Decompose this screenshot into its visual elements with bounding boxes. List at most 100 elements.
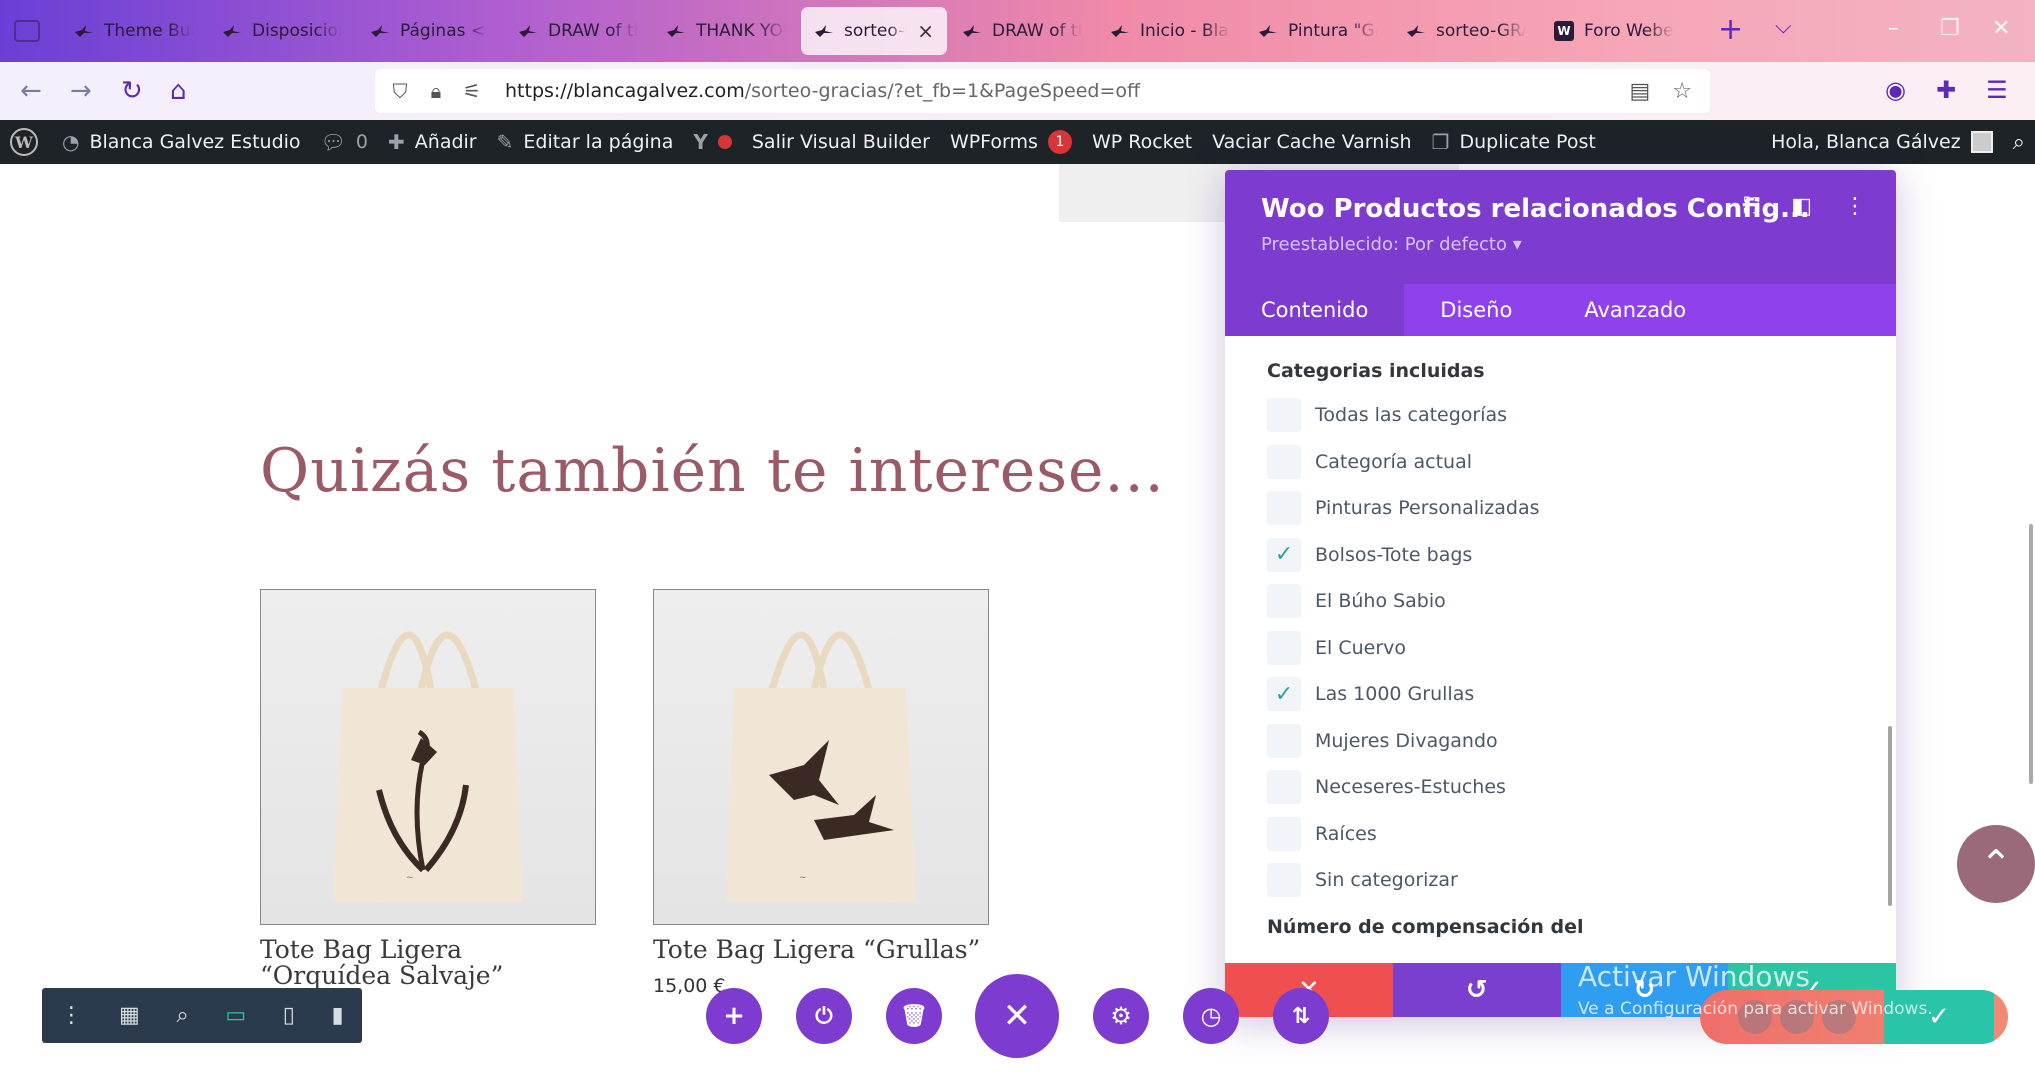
phone-view-icon[interactable]: ▮ — [332, 1003, 344, 1028]
browser-tab[interactable]: Páginas < Bl — [358, 8, 502, 54]
checkbox[interactable] — [1267, 816, 1301, 851]
address-bar[interactable]: ⛉ 🔒︎ ⚟ https://blancagalvez.com/sorteo-g… — [375, 69, 1710, 113]
sidebar-toggle-icon[interactable] — [14, 20, 40, 42]
product-card[interactable]: ~ Tote Bag Ligera “Orquídea Salvaje” — [260, 589, 596, 989]
category-option[interactable]: Neceseres-Estuches — [1267, 764, 1854, 811]
browser-tab[interactable]: W Foro Weber — [1542, 8, 1686, 54]
product-title[interactable]: Tote Bag Ligera “Grullas” — [653, 937, 989, 963]
user-account-link[interactable]: Hola, Blanca Gálvez — [1761, 120, 2003, 164]
close-tab-icon[interactable]: × — [917, 19, 934, 43]
undo-button[interactable]: ↺ — [1392, 963, 1561, 1017]
wpforms-badge: 1 — [1047, 130, 1072, 154]
category-option[interactable]: Pinturas Personalizadas — [1267, 485, 1854, 532]
browser-tab[interactable]: DRAW of the — [506, 8, 650, 54]
more-menu-icon[interactable]: ⋮ — [60, 1003, 82, 1028]
menu-hamburger-icon[interactable]: ☰ — [1986, 76, 2008, 104]
browser-tab[interactable]: sorteo-GRA × — [802, 8, 946, 54]
portability-button[interactable]: ⇅ — [1273, 988, 1329, 1044]
page-scrollbar[interactable] — [2029, 524, 2033, 784]
restore-icon[interactable]: ❐ — [1940, 16, 1960, 41]
desktop-view-icon[interactable]: ▭ — [225, 1003, 246, 1028]
new-tab-plus-icon[interactable]: + — [1718, 14, 1743, 46]
tablet-view-icon[interactable]: ▯ — [283, 1003, 295, 1028]
tab-contenido[interactable]: Contenido — [1225, 284, 1405, 336]
wireframe-view-icon[interactable]: ▦ — [119, 1003, 140, 1028]
account-icon[interactable]: ◉ — [1885, 76, 1906, 104]
exit-visual-builder-link[interactable]: Salir Visual Builder — [742, 120, 940, 164]
checkbox[interactable] — [1267, 444, 1301, 479]
load-layout-button[interactable]: ⏻ — [796, 988, 852, 1044]
category-option[interactable]: ✓ Bolsos-Tote bags — [1267, 532, 1854, 579]
category-option[interactable]: El Cuervo — [1267, 625, 1854, 672]
back-arrow-icon[interactable]: ← — [20, 76, 42, 106]
add-new-link[interactable]: ✚ Añadir — [378, 120, 487, 164]
product-title[interactable]: Tote Bag Ligera “Orquídea Salvaje” — [260, 937, 596, 989]
clear-layout-button[interactable]: 🗑︎ — [886, 988, 942, 1044]
modal-scrollbar[interactable] — [1888, 726, 1892, 906]
shield-icon[interactable]: ⛉ — [389, 79, 411, 103]
modal-header[interactable]: Woo Productos relacionados Config... Pre… — [1225, 170, 1896, 284]
close-window-icon[interactable]: ✕ — [1992, 16, 2010, 41]
duplicate-post-link[interactable]: ❐ Duplicate Post — [1422, 120, 1606, 164]
minimize-icon[interactable]: – — [1888, 16, 1899, 41]
home-icon[interactable]: ⌂ — [170, 76, 187, 106]
category-option[interactable]: Todas las categorías — [1267, 392, 1854, 439]
page-settings-button[interactable]: ⚙ — [1093, 988, 1149, 1044]
category-option[interactable]: ✓ Las 1000 Grullas — [1267, 671, 1854, 718]
history-button[interactable]: ◷ — [1183, 988, 1239, 1044]
category-option[interactable]: Sin categorizar — [1267, 857, 1854, 904]
checkbox[interactable] — [1267, 630, 1301, 665]
site-permissions-icon[interactable]: ⚟ — [461, 79, 483, 103]
tab-list-chevron-icon[interactable]: ⌵ — [1775, 14, 1792, 39]
browser-tab[interactable]: THANK YOU — [654, 8, 798, 54]
checkbox[interactable] — [1267, 863, 1301, 898]
zoom-icon[interactable]: ⌕ — [176, 1003, 188, 1028]
edit-page-link[interactable]: ✎ Editar la página — [487, 120, 684, 164]
more-options-icon[interactable]: ⋮ — [1844, 194, 1866, 219]
checkbox-checked[interactable]: ✓ — [1267, 677, 1301, 712]
fullscreen-icon[interactable]: ⛶ — [1744, 194, 1759, 219]
product-image[interactable]: ~ — [653, 589, 989, 925]
category-option[interactable]: Mujeres Divagando — [1267, 718, 1854, 765]
category-option[interactable]: El Búho Sabio — [1267, 578, 1854, 625]
scroll-to-top-button[interactable]: ⌃ — [1957, 825, 2035, 903]
url-text[interactable]: https://blancagalvez.com/sorteo-gracias/… — [505, 80, 1140, 102]
varnish-cache-link[interactable]: Vaciar Cache Varnish — [1202, 120, 1421, 164]
checkbox[interactable] — [1267, 584, 1301, 619]
browser-tab[interactable]: Inicio - Blan — [1098, 8, 1242, 54]
tab-diseno[interactable]: Diseño — [1404, 284, 1548, 336]
wpforms-link[interactable]: WPForms 1 — [940, 120, 1082, 164]
checkbox-checked[interactable]: ✓ — [1267, 537, 1301, 572]
browser-tab[interactable]: Disposiciones — [210, 8, 354, 54]
split-view-icon[interactable]: ◧ — [1791, 194, 1812, 219]
category-option[interactable]: Raíces — [1267, 811, 1854, 858]
browser-tab[interactable]: Theme Builder — [62, 8, 206, 54]
extensions-icon[interactable]: ✚ — [1936, 76, 1956, 104]
close-builder-menu-button[interactable]: ✕ — [975, 974, 1059, 1058]
checkbox[interactable] — [1267, 723, 1301, 758]
add-module-button[interactable]: + — [706, 988, 762, 1044]
tab-avanzado[interactable]: Avanzado — [1548, 284, 1722, 336]
checkbox[interactable] — [1267, 491, 1301, 526]
browser-tab[interactable]: Pintura "Gru — [1246, 8, 1390, 54]
comments-link[interactable]: 💬︎ 0 — [311, 120, 378, 164]
bookmark-star-icon[interactable]: ☆ — [1672, 79, 1692, 104]
lock-icon[interactable]: 🔒︎ — [425, 79, 447, 103]
checkbox[interactable] — [1267, 398, 1301, 433]
yoast-seo-link[interactable]: Y — [683, 120, 741, 164]
browser-tab[interactable]: sorteo-GRA — [1394, 8, 1538, 54]
admin-search-icon[interactable]: ⌕ — [2003, 120, 2035, 164]
browser-tab[interactable]: DRAW of the — [950, 8, 1094, 54]
reload-icon[interactable]: ↻ — [121, 76, 143, 106]
product-image[interactable]: ~ — [260, 589, 596, 925]
product-card[interactable]: ~ Tote Bag Ligera “Grullas” 15,00 € — [653, 589, 989, 997]
wordpress-logo-icon[interactable]: W — [10, 128, 38, 156]
site-name-link[interactable]: ◔ Blanca Galvez Estudio — [52, 120, 311, 164]
wp-rocket-label: WP Rocket — [1091, 131, 1193, 153]
category-option[interactable]: Categoría actual — [1267, 439, 1854, 486]
wp-rocket-link[interactable]: WP Rocket — [1082, 120, 1202, 164]
forward-arrow-icon[interactable]: → — [70, 76, 92, 106]
reader-view-icon[interactable]: ▤ — [1629, 79, 1650, 104]
checkbox[interactable] — [1267, 770, 1301, 805]
preset-selector[interactable]: Preestablecido: Por defecto ▾ — [1261, 234, 1522, 255]
